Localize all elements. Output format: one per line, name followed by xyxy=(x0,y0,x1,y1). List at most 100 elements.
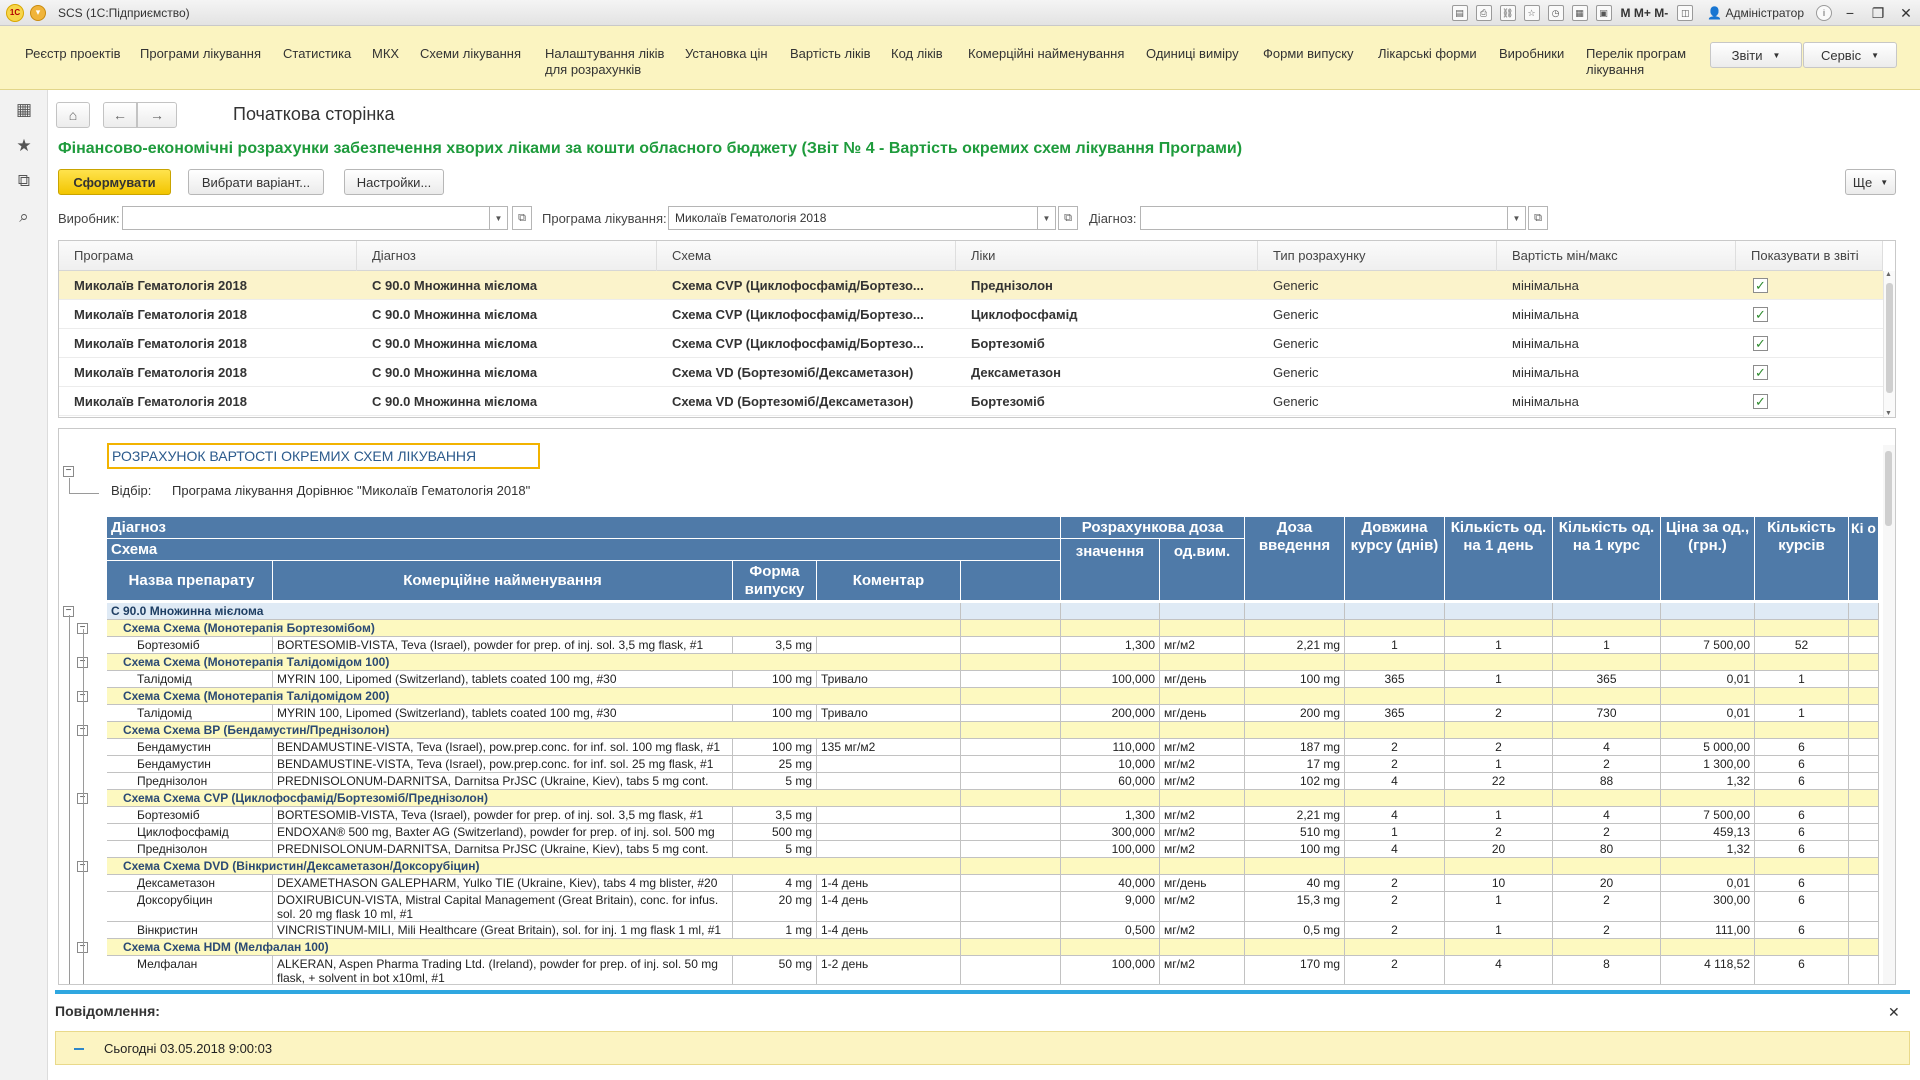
section-item-10[interactable]: Одиниці виміру xyxy=(1146,46,1239,62)
report-cell-days xyxy=(1345,654,1445,671)
report-cell-per_day: 20 xyxy=(1445,841,1553,858)
print-icon[interactable]: ⎙ xyxy=(1475,5,1492,21)
section-item-6[interactable]: Установка цін xyxy=(685,46,768,62)
forward-button[interactable]: → xyxy=(137,102,177,128)
section-item-3[interactable]: МКХ xyxy=(372,46,399,62)
report-scroll-thumb[interactable] xyxy=(1885,451,1892,526)
more-button[interactable]: Ще ▼ xyxy=(1845,169,1896,195)
show-in-report-checkbox[interactable]: ✓ xyxy=(1753,365,1768,380)
scroll-down-icon[interactable]: ▼ xyxy=(1885,410,1892,417)
grid-column-calc_type[interactable]: Тип розрахунку xyxy=(1258,241,1497,271)
report-scrollbar[interactable] xyxy=(1883,445,1895,984)
messages-separator[interactable] xyxy=(55,990,1910,994)
program-dropdown-icon[interactable]: ▼ xyxy=(1038,206,1056,230)
grid-scrollbar[interactable]: ▲ ▼ xyxy=(1883,271,1895,417)
back-button[interactable]: ← xyxy=(103,102,137,128)
manufacturer-input[interactable] xyxy=(122,206,490,230)
memory-buttons[interactable]: M M+ M- xyxy=(1621,6,1669,20)
grid-column-diagnosis[interactable]: Діагноз xyxy=(357,241,657,271)
manufacturer-open-icon[interactable]: ⧉ xyxy=(512,206,532,230)
section-item-4[interactable]: Схеми лікування xyxy=(420,46,521,62)
section-item-12[interactable]: Лікарські форми xyxy=(1378,46,1477,62)
grid-row[interactable]: Миколаїв Гематологія 2018 C 90.0 Множинна… xyxy=(59,271,1883,300)
grid-column-drug[interactable]: Ліки xyxy=(956,241,1258,271)
close-messages-icon[interactable]: ✕ xyxy=(1888,1004,1900,1021)
section-item-14[interactable]: Перелік програм лікування xyxy=(1586,46,1686,78)
manufacturer-dropdown-icon[interactable]: ▼ xyxy=(490,206,508,230)
section-item-11[interactable]: Форми випуску xyxy=(1263,46,1354,62)
section-item-5[interactable]: Налаштування ліків для розрахунків xyxy=(545,46,664,78)
report-cell-per_day: 1 xyxy=(1445,671,1553,688)
report-cell-blank xyxy=(961,807,1061,824)
section-item-7[interactable]: Вартість ліків xyxy=(790,46,870,62)
grid-column-show[interactable]: Показувати в звіті xyxy=(1736,241,1883,271)
grid-column-cost[interactable]: Вартість мін/макс xyxy=(1497,241,1736,271)
diagnosis-input[interactable] xyxy=(1140,206,1508,230)
link-icon[interactable]: ⛓ xyxy=(1499,5,1516,21)
show-in-report-checkbox[interactable]: ✓ xyxy=(1753,336,1768,351)
grid-cell-scheme: Схема VD (Бортезоміб/Дексаметазон) xyxy=(672,394,914,409)
favorites-star-icon[interactable]: ★ xyxy=(14,136,34,156)
collapse-group-icon[interactable]: − xyxy=(63,466,74,477)
favorite-icon[interactable]: ☆ xyxy=(1523,5,1540,21)
grid-row[interactable]: Миколаїв Гематологія 2018 C 90.0 Множинна… xyxy=(59,387,1883,416)
report-cell-courses: 6 xyxy=(1755,922,1849,939)
report-cell-name: Бендамустин xyxy=(107,756,273,773)
section-item-8[interactable]: Код ліків xyxy=(891,46,943,62)
report-cell-courses xyxy=(1755,722,1849,739)
show-in-report-checkbox[interactable]: ✓ xyxy=(1753,394,1768,409)
report-cell-days: 365 xyxy=(1345,671,1445,688)
diagnosis-dropdown-icon[interactable]: ▼ xyxy=(1508,206,1526,230)
report-cell-commercial: MYRIN 100, Lipomed (Switzerland), tablet… xyxy=(273,705,733,722)
diagnosis-open-icon[interactable]: ⧉ xyxy=(1528,206,1548,230)
grid-column-scheme[interactable]: Схема xyxy=(657,241,956,271)
grid-column-program[interactable]: Програма xyxy=(59,241,357,271)
grid-cell-calc_type: Generic xyxy=(1273,307,1319,322)
show-in-report-checkbox[interactable]: ✓ xyxy=(1753,307,1768,322)
grid-scroll-thumb[interactable] xyxy=(1886,283,1893,393)
calculator-icon[interactable]: ▦ xyxy=(1571,5,1588,21)
restore-icon[interactable]: ❐ xyxy=(1864,2,1892,24)
section-item-1[interactable]: Програми лікування xyxy=(140,46,261,62)
section-item-9[interactable]: Комерційні найменування xyxy=(968,46,1124,62)
grid-cell-diagnosis: C 90.0 Множинна мієлома xyxy=(372,278,538,293)
close-window-icon[interactable]: ✕ xyxy=(1892,2,1920,24)
report-cell-comment: 1-4 день xyxy=(817,922,961,939)
show-in-report-checkbox[interactable]: ✓ xyxy=(1753,278,1768,293)
program-open-icon[interactable]: ⧉ xyxy=(1058,206,1078,230)
section-item-2[interactable]: Статистика xyxy=(283,46,351,62)
message-collapse-icon[interactable] xyxy=(74,1048,84,1050)
user-name-label: Адміністратор xyxy=(1725,6,1804,20)
main-menu-icon[interactable]: ▾ xyxy=(30,4,46,21)
reports-menu-button[interactable]: Звіти ▼ xyxy=(1710,42,1802,68)
save-icon[interactable]: ▤ xyxy=(1451,5,1468,21)
report-cell-days xyxy=(1345,688,1445,705)
report-cell-extra xyxy=(1849,637,1879,654)
report-cell-dose xyxy=(1245,722,1345,739)
settings-button[interactable]: Настройки... xyxy=(344,169,444,195)
home-button[interactable]: ⌂ xyxy=(56,102,90,128)
generate-button[interactable]: Сформувати xyxy=(58,169,171,195)
history-icon[interactable]: ◷ xyxy=(1547,5,1564,21)
choose-variant-button[interactable]: Вибрати варіант... xyxy=(188,169,324,195)
grid-row[interactable]: Миколаїв Гематологія 2018 C 90.0 Множинна… xyxy=(59,300,1883,329)
program-input[interactable]: Миколаїв Гематологія 2018 xyxy=(668,206,1038,230)
report-cell-blank xyxy=(961,956,1061,984)
section-item-0[interactable]: Реєстр проектів xyxy=(25,46,121,62)
service-menu-button[interactable]: Сервіс ▼ xyxy=(1803,42,1897,68)
diagnosis-label: C 90.0 Множинна мієлома xyxy=(107,603,961,620)
left-tools-panel: ▦ ★ ⧉ ⌕ xyxy=(0,90,48,1080)
grid-row[interactable]: Миколаїв Гематологія 2018 C 90.0 Множинна… xyxy=(59,358,1883,387)
info-icon[interactable]: i xyxy=(1816,5,1832,21)
section-item-13[interactable]: Виробники xyxy=(1499,46,1564,62)
grid-cell-cost: мінімальна xyxy=(1512,336,1579,351)
scroll-up-icon[interactable]: ▲ xyxy=(1885,271,1892,278)
grid-row[interactable]: Миколаїв Гематологія 2018 C 90.0 Множинна… xyxy=(59,329,1883,358)
minimize-icon[interactable]: − xyxy=(1836,2,1864,24)
calendar-icon[interactable]: ▣ xyxy=(1595,5,1612,21)
user-name[interactable]: 👤 Адміністратор xyxy=(1707,6,1804,20)
apps-grid-icon[interactable]: ▦ xyxy=(14,100,34,120)
panels-icon[interactable]: ◫ xyxy=(1677,5,1694,21)
history-pages-icon[interactable]: ⧉ xyxy=(14,171,34,191)
search-icon[interactable]: ⌕ xyxy=(14,207,34,227)
